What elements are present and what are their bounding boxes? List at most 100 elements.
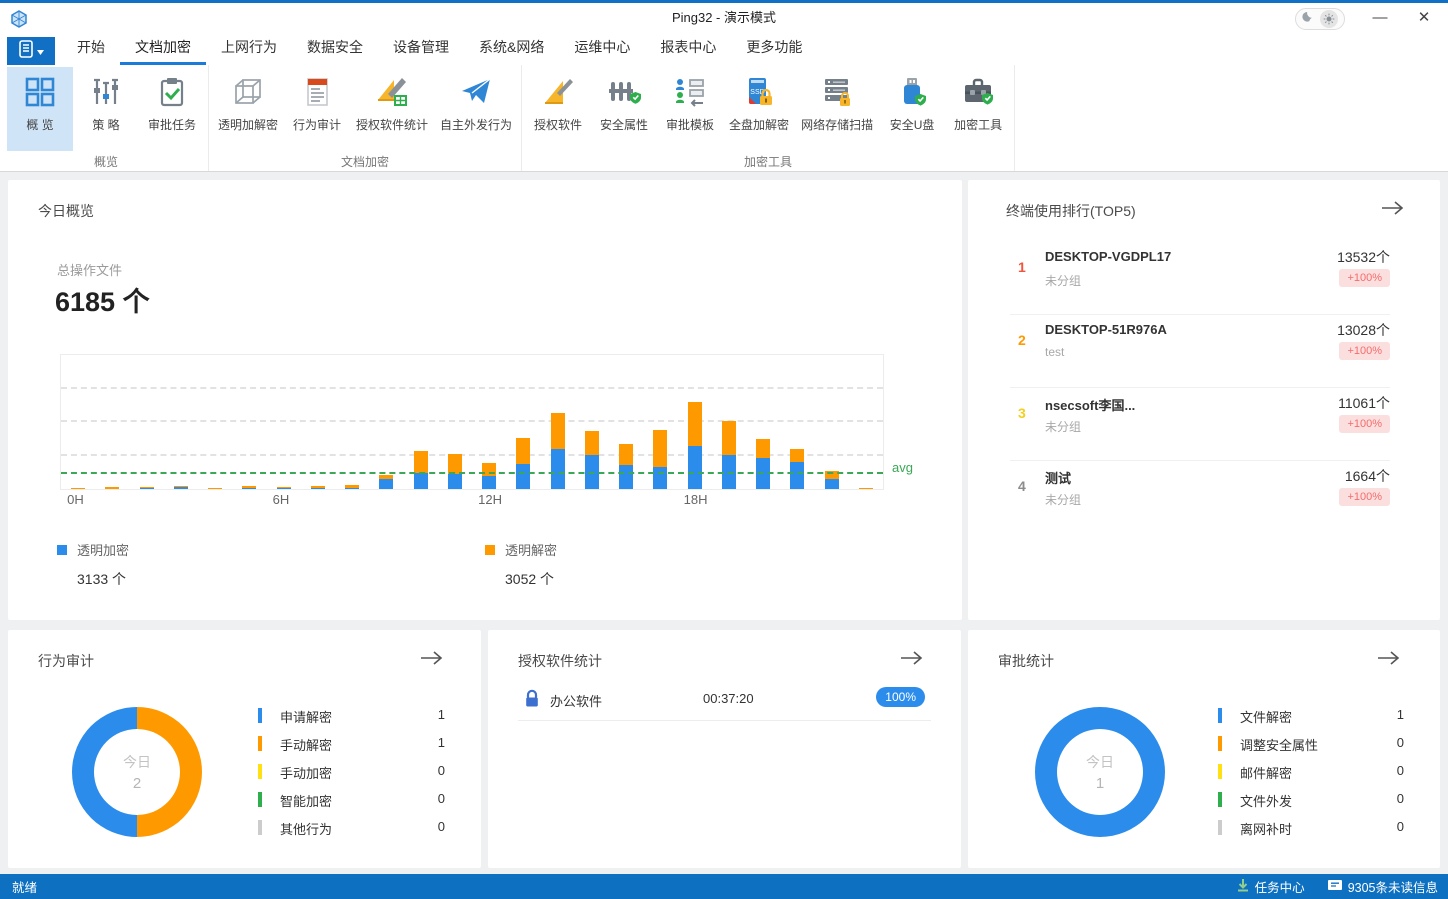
tab-web-behavior[interactable]: 上网行为 — [206, 33, 292, 65]
tab-ops-center[interactable]: 运维中心 — [559, 33, 645, 65]
donut-center-label: 今日 — [1086, 752, 1114, 772]
ribbon-button-network-storage-scan[interactable]: 网络存储扫描 — [795, 67, 879, 151]
card-title: 授权软件统计 — [518, 651, 602, 671]
legend-row: 申请解密 1 — [258, 706, 445, 726]
terminal-group: 未分组 — [1045, 272, 1081, 289]
legend-count: 0 — [1397, 819, 1404, 834]
ribbon-button-security-attributes[interactable]: 安全属性 — [591, 67, 657, 151]
ribbon-button-authorized-software-stats[interactable]: 授权软件统计 — [350, 67, 434, 151]
card-title: 审批统计 — [998, 651, 1054, 671]
close-button[interactable]: ✕ — [1408, 4, 1440, 32]
approval-stats-card: 审批统计 今日1 文件解密1 调整安全属性0 邮件解密0 文件外发0 离网补时0 — [968, 630, 1440, 868]
terminal-count: 1664个 — [1345, 466, 1390, 486]
tab-data-security[interactable]: 数据安全 — [292, 33, 378, 65]
approval-flow-icon — [663, 71, 717, 113]
software-percent-badge: 100% — [876, 687, 925, 707]
arrow-right-icon[interactable] — [1380, 200, 1404, 221]
total-files-value: 6185 个 — [55, 280, 150, 319]
ribbon-button-self-outgoing[interactable]: 自主外发行为 — [434, 67, 518, 151]
minimize-button[interactable]: — — [1364, 4, 1396, 32]
list-item[interactable]: 1 DESKTOP-VGDPL17 未分组 13532个 +100% — [968, 242, 1440, 315]
legend-label: 邮件解密 — [1240, 763, 1292, 782]
card-title: 终端使用排行(TOP5) — [1006, 201, 1136, 221]
ribbon-button-secure-usb[interactable]: 安全U盘 — [879, 67, 945, 151]
ribbon-button-label: 概 览 — [13, 116, 67, 133]
ribbon-button-label: 审批任务 — [145, 116, 199, 133]
ribbon-button-approval-tasks[interactable]: 审批任务 — [139, 67, 205, 151]
legend-label: 文件解密 — [1240, 707, 1292, 726]
legend-color-bar — [258, 736, 262, 751]
ribbon-button-authorized-software[interactable]: 授权软件 — [525, 67, 591, 151]
legend-color-bar — [1218, 764, 1222, 779]
list-item[interactable]: 4 测试 未分组 1664个 +100% — [968, 461, 1440, 534]
main-menu-button[interactable] — [7, 37, 55, 65]
wireframe-cube-icon — [218, 71, 278, 113]
legend-swatch — [57, 545, 67, 555]
list-item[interactable]: 2 DESKTOP-51R976A test 13028个 +100% — [968, 315, 1440, 388]
task-center-label: 任务中心 — [1255, 877, 1305, 896]
status-ready-text: 就绪 — [12, 877, 37, 896]
list-item[interactable]: 3 nsecsoft李国... 未分组 11061个 +100% — [968, 388, 1440, 461]
ribbon-button-label: 策 略 — [79, 116, 133, 133]
ribbon-button-transparent-encryption[interactable]: 透明加解密 — [212, 67, 284, 151]
ribbon-button-label: 自主外发行为 — [440, 116, 512, 133]
legend-label: 申请解密 — [280, 707, 332, 726]
ribbon-button-overview[interactable]: 概 览 — [7, 67, 73, 151]
legend-label: 智能加密 — [280, 791, 332, 810]
document-menu-icon — [18, 40, 34, 63]
behavior-donut-chart: 今日 2 — [72, 707, 202, 837]
today-overview-card: 今日概览 总操作文件 6185 个 0H6H12H18H avg 透明加密 31… — [8, 180, 962, 620]
legend-count: 1 — [438, 707, 445, 722]
terminal-name: DESKTOP-VGDPL17 — [1045, 249, 1171, 264]
tab-start[interactable]: 开始 — [62, 33, 120, 65]
change-badge: +100% — [1339, 342, 1390, 360]
task-center-button[interactable]: 任务中心 — [1236, 877, 1305, 896]
legend-count: 0 — [1397, 735, 1404, 750]
legend-color-bar — [1218, 708, 1222, 723]
unread-messages-button[interactable]: 9305条未读信息 — [1327, 877, 1438, 896]
theme-toggle[interactable] — [1295, 8, 1345, 30]
tab-more-features[interactable]: 更多功能 — [731, 33, 817, 65]
ribbon-button-policy[interactable]: 策 略 — [73, 67, 139, 151]
tab-document-encryption[interactable]: 文档加密 — [120, 33, 206, 65]
terminal-count: 11061个 — [1338, 393, 1390, 413]
briefcase-shield-icon — [951, 71, 1005, 113]
terminal-count: 13028个 — [1337, 320, 1390, 340]
ribbon-button-label: 全盘加解密 — [729, 116, 789, 133]
x-axis-labels: 0H6H12H18H — [60, 492, 882, 508]
terminal-group: test — [1045, 345, 1064, 359]
donut-center-value: 2 — [133, 775, 141, 792]
tab-report-center[interactable]: 报表中心 — [645, 33, 731, 65]
grid-overview-icon — [13, 71, 67, 113]
change-badge: +100% — [1339, 415, 1390, 433]
arrow-right-icon[interactable] — [419, 650, 443, 671]
legend-label: 离网补时 — [1240, 819, 1292, 838]
legend-row: 文件解密 1 — [1218, 706, 1404, 726]
ribbon-button-encryption-tools[interactable]: 加密工具 — [945, 67, 1011, 151]
sun-icon[interactable] — [1320, 10, 1338, 28]
legend-row: 邮件解密0 — [1218, 762, 1404, 782]
software-name: 办公软件 — [550, 691, 602, 710]
authorized-software-card: 授权软件统计 办公软件 00:37:20 100% — [488, 630, 961, 868]
legend-count: 0 — [438, 819, 445, 834]
sliders-icon — [79, 71, 133, 113]
legend-value: 3133 个 — [77, 569, 129, 589]
legend-count: 1 — [1397, 707, 1404, 722]
donut-center-label: 今日 — [123, 752, 151, 772]
arrow-right-icon[interactable] — [1376, 650, 1400, 671]
legend-color-bar — [1218, 736, 1222, 751]
clipboard-check-icon — [145, 71, 199, 113]
message-icon — [1327, 879, 1343, 894]
card-title: 今日概览 — [38, 201, 94, 221]
ribbon-button-full-disk-encryption[interactable]: SSD 全盘加解密 — [723, 67, 795, 151]
paper-plane-icon — [440, 71, 512, 113]
legend-count: 0 — [1397, 791, 1404, 806]
arrow-right-icon[interactable] — [899, 650, 923, 671]
legend-row: 文件外发0 — [1218, 790, 1404, 810]
tab-device-management[interactable]: 设备管理 — [378, 33, 464, 65]
ribbon-button-approval-template[interactable]: 审批模板 — [657, 67, 723, 151]
moon-icon[interactable] — [1302, 10, 1315, 28]
ribbon-button-behavior-audit[interactable]: 行为审计 — [284, 67, 350, 151]
tab-system-network[interactable]: 系统&网络 — [464, 33, 559, 65]
setsquare-pencil-table-icon — [356, 71, 428, 113]
